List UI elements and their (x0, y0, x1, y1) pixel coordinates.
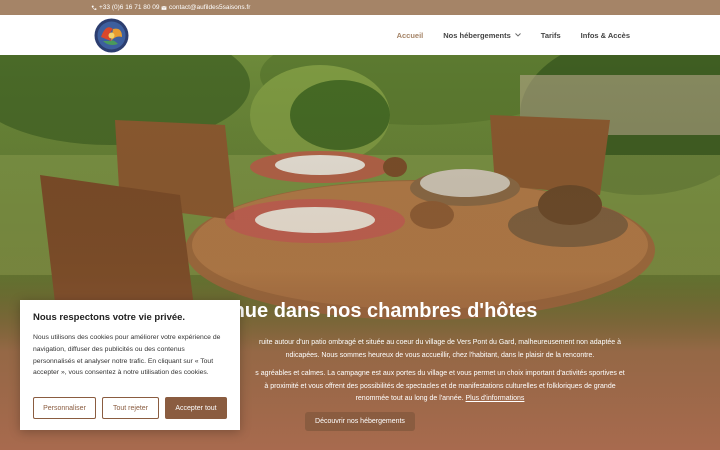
hero-paragraph-2-line-1: s agréables et calmes. La campagne est a… (255, 370, 625, 377)
nav-item-accueil[interactable]: Accueil (397, 31, 424, 40)
cookie-customize-button[interactable]: Personnaliser (33, 397, 96, 419)
nav-item-tarifs[interactable]: Tarifs (541, 31, 561, 40)
phone-contact[interactable]: +33 (0)6 16 71 80 09 (91, 4, 160, 11)
cookie-buttons: Personnaliser Tout rejeter Accepter tout (33, 397, 227, 419)
nav-item-hebergements-label: Nos hébergements (443, 30, 511, 40)
hero-paragraph-1-line-1: ruite autour d'un patio ombragé et situé… (258, 339, 622, 346)
hero-paragraph-2: s agréables et calmes. La campagne est a… (240, 368, 640, 406)
top-bar: +33 (0)6 16 71 80 09 contact@aufildes5sa… (0, 0, 720, 15)
chevron-down-icon (514, 33, 521, 37)
email-address: contact@aufildes5saisons.fr (169, 4, 251, 11)
email-contact[interactable]: contact@aufildes5saisons.fr (161, 4, 250, 11)
hero-paragraph-1: ruite autour d'un patio ombragé et situé… (240, 337, 640, 362)
cookie-reject-button[interactable]: Tout rejeter (102, 397, 159, 419)
main-navigation: Accueil Nos hébergements Tarifs Infos & … (397, 15, 630, 55)
phone-number: +33 (0)6 16 71 80 09 (99, 4, 160, 11)
hero-paragraph-1-line-2: ndicapées. Nous sommes heureux de vous a… (285, 351, 595, 359)
site-logo[interactable] (91, 17, 132, 54)
nav-item-hebergements[interactable]: Nos hébergements (443, 31, 521, 40)
site-header: Accueil Nos hébergements Tarifs Infos & … (0, 15, 720, 55)
hero-paragraph-2-line-2: à proximité et vous offrent des possibil… (264, 382, 616, 390)
phone-icon (91, 5, 97, 10)
hero-paragraph-2-line-3: renommée tout au long de l'année. Plus d… (240, 393, 640, 406)
more-info-link[interactable]: Plus d'informations (466, 395, 525, 402)
envelope-icon (161, 5, 167, 10)
cookie-consent-panel: Nous respectons votre vie privée. Nous u… (20, 300, 240, 430)
cookie-accept-button[interactable]: Accepter tout (165, 397, 227, 419)
nav-item-infos-acces[interactable]: Infos & Accès (581, 31, 630, 40)
cookie-text: Nous utilisons des cookies pour améliore… (33, 334, 221, 377)
hero-paragraph-2-line-3-text: renommée tout au long de l'année. (355, 395, 464, 402)
discover-accommodations-button[interactable]: Découvrir nos hébergements (305, 412, 415, 431)
cookie-title: Nous respectons votre vie privée. (33, 312, 186, 323)
